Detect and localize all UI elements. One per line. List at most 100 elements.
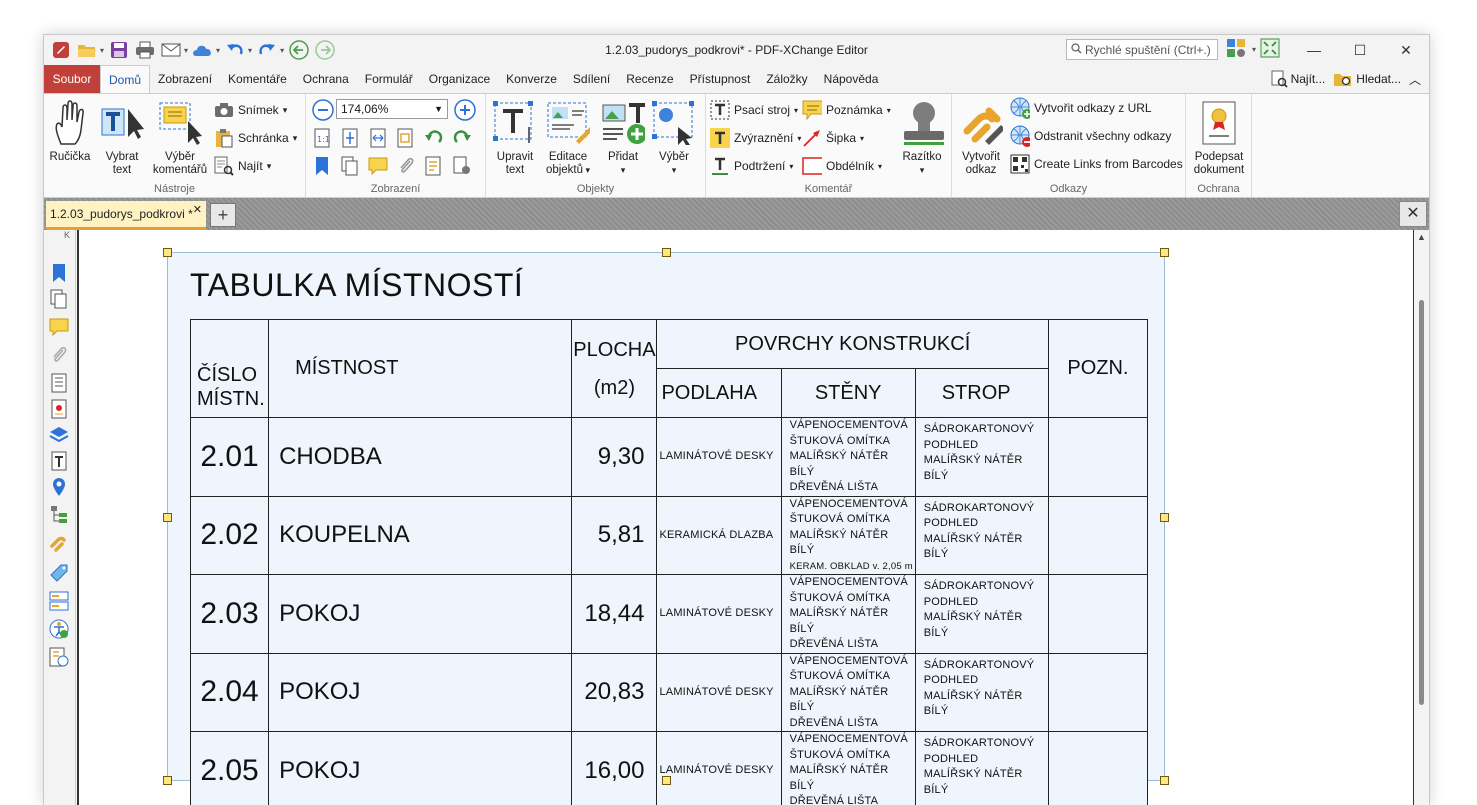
attachments-icon[interactable]: [48, 344, 70, 366]
close-button[interactable]: ✕: [1383, 35, 1429, 65]
chevron-down-icon[interactable]: ▾: [1252, 45, 1256, 54]
hand-tool-button[interactable]: Ručička: [48, 98, 92, 164]
create-links-from-url-button[interactable]: Vytvořit odkazy z URL: [1010, 97, 1152, 119]
destinations-icon[interactable]: [48, 476, 70, 498]
select-comments-button[interactable]: Výběr komentářů: [148, 98, 212, 177]
email-icon[interactable]: [160, 39, 182, 61]
resize-handle-bottom[interactable]: [662, 776, 671, 785]
zoom-level-select[interactable]: 174,06% ▼: [336, 99, 448, 119]
select-objects-button[interactable]: Výběr ▾: [648, 98, 700, 177]
edit-text-button[interactable]: Upravit text: [492, 98, 538, 177]
create-links-from-barcodes-button[interactable]: Create Links from Barcodes: [1010, 154, 1183, 174]
chevron-down-icon[interactable]: ▾: [280, 46, 284, 55]
minimize-button[interactable]: —: [1291, 35, 1337, 65]
open-folder-icon[interactable]: [76, 39, 98, 61]
maximize-button[interactable]: ☐: [1337, 35, 1383, 65]
document-view[interactable]: TABULKA MÍSTNOSTÍ ČÍSLO MÍSTN. MÍSTNOST P…: [77, 230, 1415, 805]
selected-table-object[interactable]: TABULKA MÍSTNOSTÍ ČÍSLO MÍSTN. MÍSTNOST P…: [163, 248, 1169, 805]
tags-icon[interactable]: [48, 562, 70, 584]
new-tab-button[interactable]: +: [210, 203, 236, 227]
rotate-left-icon[interactable]: [424, 128, 444, 148]
scrollbar-thumb[interactable]: [1419, 300, 1424, 705]
chevron-down-icon[interactable]: ▾: [184, 46, 188, 55]
clipboard-button[interactable]: Schránka ▾: [214, 128, 297, 148]
resize-handle-bottom-right[interactable]: [1160, 776, 1169, 785]
reading-order-icon[interactable]: [48, 646, 70, 668]
typewriter-button[interactable]: Psací stroj ▾: [710, 100, 798, 120]
tab-convert[interactable]: Konverze: [498, 65, 565, 93]
search-button[interactable]: Hledat...: [1333, 70, 1401, 88]
print-icon[interactable]: [134, 39, 156, 61]
certificate-icon[interactable]: [48, 398, 70, 420]
chevron-down-icon[interactable]: ▾: [100, 46, 104, 55]
cloud-icon[interactable]: [192, 39, 214, 61]
remove-all-links-button[interactable]: Odstranit všechny odkazy: [1010, 125, 1171, 147]
actual-size-icon[interactable]: 1:1: [312, 128, 332, 148]
back-icon[interactable]: [288, 39, 310, 61]
tab-form[interactable]: Formulář: [357, 65, 421, 93]
tab-comments[interactable]: Komentáře: [220, 65, 295, 93]
fit-visible-icon[interactable]: [396, 128, 416, 148]
undo-icon[interactable]: [224, 39, 246, 61]
tab-review[interactable]: Recenze: [618, 65, 681, 93]
attachment-icon[interactable]: [396, 156, 416, 176]
accessibility-icon[interactable]: [48, 618, 70, 640]
resize-handle-top[interactable]: [662, 248, 671, 257]
collapse-ribbon-icon[interactable]: ︿: [1409, 71, 1421, 88]
select-text-button[interactable]: Vybrat text: [98, 98, 146, 177]
stamp-button[interactable]: Razítko ▾: [896, 98, 948, 177]
pages-icon[interactable]: [340, 156, 360, 176]
resize-handle-top-right[interactable]: [1160, 248, 1169, 257]
resize-handle-right[interactable]: [1160, 513, 1169, 522]
create-link-button[interactable]: Vytvořit odkaz: [956, 98, 1006, 177]
chevron-down-icon[interactable]: ▾: [216, 46, 220, 55]
highlight-button[interactable]: Zvýraznění ▾: [710, 128, 801, 148]
resize-handle-bottom-left[interactable]: [163, 776, 172, 785]
note-button[interactable]: Poznámka ▾: [802, 100, 891, 120]
bookmark-icon[interactable]: [312, 156, 332, 176]
edit-objects-button[interactable]: Editace objektů ▾: [538, 98, 598, 177]
zoom-out-button[interactable]: [312, 99, 334, 121]
tab-help[interactable]: Nápověda: [816, 65, 887, 93]
page-settings-icon[interactable]: [452, 156, 472, 176]
text-icon[interactable]: [48, 450, 70, 472]
fields-icon[interactable]: [48, 590, 70, 612]
scroll-up-icon[interactable]: ▲: [1417, 232, 1426, 242]
rotate-right-icon[interactable]: [452, 128, 472, 148]
tab-bookmarks[interactable]: Záložky: [758, 65, 815, 93]
rectangle-button[interactable]: Obdélník ▾: [802, 156, 882, 176]
bookmarks-icon[interactable]: [48, 262, 70, 284]
document-properties-icon[interactable]: [424, 156, 444, 176]
tab-accessibility[interactable]: Přístupnost: [682, 65, 759, 93]
tab-organize[interactable]: Organizace: [421, 65, 498, 93]
tab-home[interactable]: Domů: [100, 65, 151, 93]
comment-icon[interactable]: [368, 156, 388, 176]
resize-handle-left[interactable]: [163, 513, 172, 522]
fit-page-icon[interactable]: [340, 128, 360, 148]
arrow-button[interactable]: Šipka ▾: [802, 128, 864, 148]
quick-launch-input[interactable]: Rychlé spuštění (Ctrl+.): [1066, 39, 1218, 60]
chevron-down-icon[interactable]: ▾: [248, 46, 252, 55]
tab-view[interactable]: Zobrazení: [150, 65, 220, 93]
find-button[interactable]: Najít...: [1270, 70, 1325, 88]
collapse-sidebar-icon[interactable]: K: [64, 230, 70, 240]
structure-icon[interactable]: [48, 504, 70, 526]
save-icon[interactable]: [108, 39, 130, 61]
document-tab[interactable]: 1.2.03_pudorys_podkrovi * ✕: [46, 201, 206, 230]
document-icon[interactable]: [48, 372, 70, 394]
resize-handle-top-left[interactable]: [163, 248, 172, 257]
fullscreen-icon[interactable]: [1260, 38, 1280, 61]
tab-file[interactable]: Soubor: [44, 65, 100, 93]
add-button[interactable]: Přidat ▾: [598, 98, 648, 177]
ui-options-icon[interactable]: [1226, 38, 1248, 61]
sign-document-button[interactable]: Podepsat dokument: [1190, 98, 1248, 177]
forward-icon[interactable]: [314, 39, 336, 61]
fit-width-icon[interactable]: [368, 128, 388, 148]
zoom-in-button[interactable]: [454, 99, 476, 121]
underline-button[interactable]: Podtržení ▾: [710, 156, 793, 176]
pages-icon[interactable]: [48, 288, 70, 310]
links-icon[interactable]: [48, 532, 70, 554]
app-logo-icon[interactable]: [50, 39, 72, 61]
comments-icon[interactable]: [48, 316, 70, 338]
vertical-scrollbar[interactable]: ▲: [1413, 230, 1429, 805]
